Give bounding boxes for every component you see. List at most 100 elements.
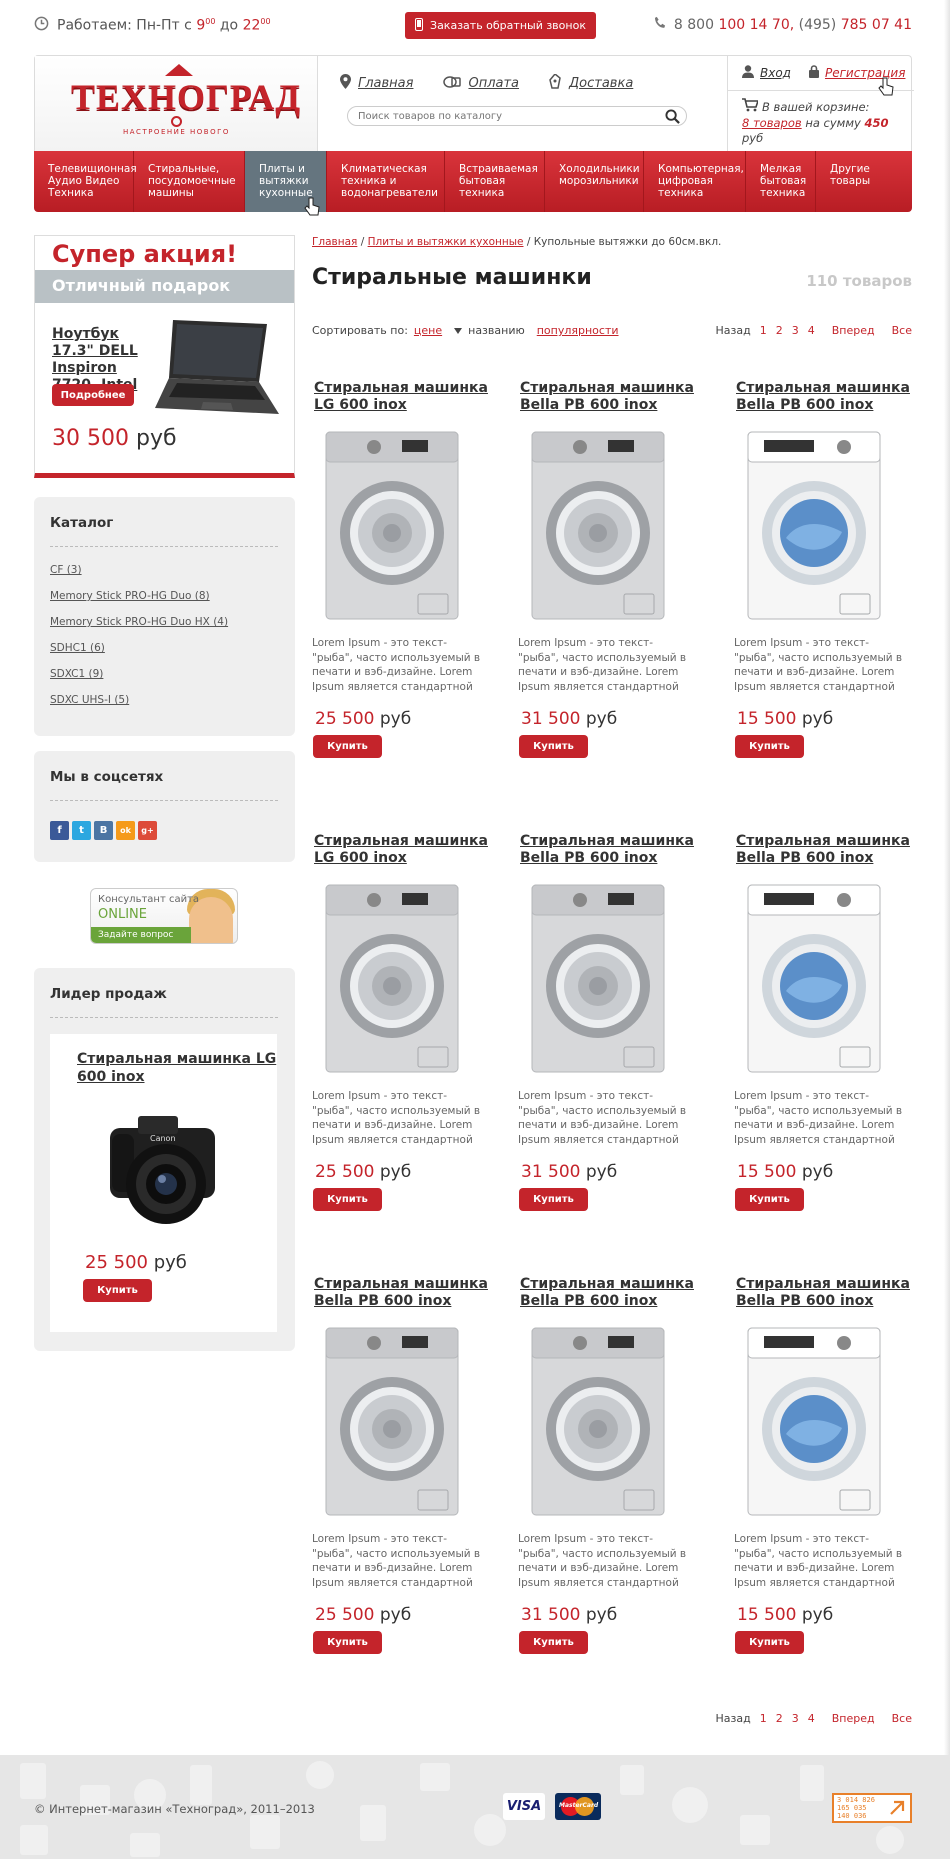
washing-machine-image[interactable] xyxy=(528,1324,668,1522)
product-title-link[interactable]: Стиральная машинка Bella PB 600 inox xyxy=(520,380,698,414)
divider xyxy=(50,800,278,801)
visitor-counter[interactable]: 3 014 826 165 035 140 036 xyxy=(832,1793,912,1823)
odnoklassniki-icon[interactable]: ok xyxy=(116,821,135,840)
breadcrumb-home-link[interactable]: Главная xyxy=(312,236,357,248)
product-description: Lorem Ipsum - это текст-"рыба", часто ис… xyxy=(312,637,481,693)
site-logo[interactable]: ТЕХНОГРАД НАСТРОЕНИЕ НОВОГО xyxy=(35,56,318,151)
product-title-link[interactable]: Стиральная машинка Bella PB 600 inox xyxy=(736,380,914,414)
product-description: Lorem Ipsum - это текст-"рыба", часто ис… xyxy=(734,637,903,693)
visa-logo: VISA xyxy=(503,1793,545,1820)
sort-by-popularity-link[interactable]: популярности xyxy=(537,324,619,337)
washing-machine-image[interactable] xyxy=(528,428,668,626)
search-box xyxy=(347,106,687,126)
catalog-item[interactable]: SDXC UHS-I (5) xyxy=(50,693,228,719)
product-title-link[interactable]: Стиральная машинка Bella PB 600 inox xyxy=(736,1276,914,1310)
facebook-icon[interactable]: f xyxy=(50,821,69,840)
product-title-link[interactable]: Стиральная машинка Bella PB 600 inox xyxy=(520,1276,698,1310)
product-title-link[interactable]: Стиральная машинка Bella PB 600 inox xyxy=(314,1276,492,1310)
top-bar: Работаем: Пн-Пт с 900 до 2200 Заказать о… xyxy=(34,12,912,42)
money-icon xyxy=(443,75,462,93)
buy-button[interactable]: Купить xyxy=(519,735,588,758)
pager-page-link[interactable]: 3 xyxy=(792,1712,799,1725)
sort-by-price-link[interactable]: цене xyxy=(414,324,442,337)
map-pin-icon xyxy=(340,74,351,93)
search-input[interactable] xyxy=(358,109,648,124)
pager-next-link[interactable]: Вперед xyxy=(832,324,875,337)
product-title-link[interactable]: Стиральная машинка LG 600 inox xyxy=(314,833,492,867)
pager-page-link[interactable]: 1 xyxy=(760,1712,767,1725)
search-icon[interactable] xyxy=(665,109,680,127)
product-title-link[interactable]: Стиральная машинка Bella PB 600 inox xyxy=(520,833,698,867)
pager-prev-link[interactable]: Назад xyxy=(716,1712,751,1725)
product-count: 110 товаров xyxy=(806,272,912,290)
callback-button[interactable]: Заказать обратный звонок xyxy=(405,12,596,39)
menu-item-fridges[interactable]: Холодильники морозильники xyxy=(545,151,644,212)
pagination-top: Назад 1 2 3 4 Вперед Все xyxy=(716,324,912,337)
menu-item-washing-dishwashers[interactable]: Стиральные, посудомоечные машины xyxy=(134,151,245,212)
washing-machine-image[interactable] xyxy=(744,1324,884,1522)
google-plus-icon[interactable]: g+ xyxy=(138,821,157,840)
pager-page-link[interactable]: 2 xyxy=(776,324,783,337)
online-consultant-widget[interactable]: Консультант сайта ONLINE Задайте вопрос xyxy=(90,888,238,944)
twitter-icon[interactable]: t xyxy=(72,821,91,840)
buy-button[interactable]: Купить xyxy=(735,1631,804,1654)
buy-button[interactable]: Купить xyxy=(735,1188,804,1211)
logo-roof-mark xyxy=(165,64,193,76)
product-description: Lorem Ipsum - это текст-"рыба", часто ис… xyxy=(518,637,687,693)
washing-machine-image[interactable] xyxy=(528,881,668,1079)
catalog-item[interactable]: Memory Stick PRO-HG Duo (8) xyxy=(50,589,228,615)
menu-item-small-appliances[interactable]: Мелкая бытовая техника xyxy=(746,151,816,212)
breadcrumb-section-link[interactable]: Плиты и вытяжки кухонные xyxy=(368,236,524,248)
catalog-item[interactable]: SDXC1 (9) xyxy=(50,667,228,693)
nav-payment-link[interactable]: Оплата xyxy=(443,74,519,93)
cart-summary[interactable]: В вашей корзине: 8 товаров на сумму 450 … xyxy=(742,98,913,146)
product-title-link[interactable]: Стиральная машинка Bella PB 600 inox xyxy=(736,833,914,867)
menu-item-tv-audio-video[interactable]: Телевищионная Аудио Видео Техника xyxy=(34,151,137,212)
product-price: 31 500 руб xyxy=(521,1162,618,1182)
catalog-item[interactable]: Memory Stick PRO-HG Duo HX (4) xyxy=(50,615,228,641)
menu-item-computers[interactable]: Компьютерная, цифровая техника xyxy=(644,151,746,212)
product-description: Lorem Ipsum - это текст-"рыба", часто ис… xyxy=(312,1090,481,1146)
logo-tagline: НАСТРОЕНИЕ НОВОГО xyxy=(123,128,230,136)
buy-button[interactable]: Купить xyxy=(519,1188,588,1211)
product-price: 15 500 руб xyxy=(737,709,834,729)
buy-button[interactable]: Купить xyxy=(519,1631,588,1654)
sort-by-name-link[interactable]: названию xyxy=(468,324,525,337)
pager-page-link[interactable]: 3 xyxy=(792,324,799,337)
page-edge-shadow xyxy=(944,0,950,1755)
vkontakte-icon[interactable]: B xyxy=(94,821,113,840)
washing-machine-image[interactable] xyxy=(744,428,884,626)
product-description: Lorem Ipsum - это текст-"рыба", часто ис… xyxy=(518,1533,687,1589)
menu-item-built-in[interactable]: Встраиваемая бытовая техника xyxy=(445,151,545,212)
nav-delivery-link[interactable]: Доставка xyxy=(549,72,633,93)
buy-button[interactable]: Купить xyxy=(313,1188,382,1211)
buy-button[interactable]: Купить xyxy=(83,1279,152,1302)
catalog-item[interactable]: CF (3) xyxy=(50,563,228,589)
buy-button[interactable]: Купить xyxy=(735,735,804,758)
buy-button[interactable]: Купить xyxy=(313,1631,382,1654)
nav-home-link[interactable]: Главная xyxy=(340,74,413,93)
product-card: Стиральная машинка Bella PB 600 inox Lore… xyxy=(518,833,698,1253)
washing-machine-image[interactable] xyxy=(322,428,462,626)
more-button[interactable]: Подробнее xyxy=(52,384,134,406)
washing-machine-image[interactable] xyxy=(744,881,884,1079)
pager-page-link[interactable]: 2 xyxy=(776,1712,783,1725)
menu-item-climate[interactable]: Климатическая техника и водонагреватели xyxy=(327,151,445,212)
pager-page-link[interactable]: 1 xyxy=(760,324,767,337)
product-title-link[interactable]: Стиральная машинка LG 600 inox xyxy=(314,380,492,414)
pager-page-link[interactable]: 4 xyxy=(808,1712,815,1725)
washing-machine-image[interactable] xyxy=(322,1324,462,1522)
cart-items-link[interactable]: 8 товаров xyxy=(742,116,802,130)
bestseller-title: Лидер продаж xyxy=(50,986,167,1002)
pager-all-link[interactable]: Все xyxy=(892,1712,912,1725)
bestseller-product-link[interactable]: Стиральная машинка LG 600 inox xyxy=(77,1050,277,1086)
pager-prev-link[interactable]: Назад xyxy=(716,324,751,337)
pager-page-link[interactable]: 4 xyxy=(808,324,815,337)
buy-button[interactable]: Купить xyxy=(313,735,382,758)
menu-item-other[interactable]: Другие товары xyxy=(816,151,912,212)
pager-next-link[interactable]: Вперед xyxy=(832,1712,875,1725)
login-link[interactable]: Вход xyxy=(742,65,791,81)
pager-all-link[interactable]: Все xyxy=(892,324,912,337)
catalog-item[interactable]: SDHC1 (6) xyxy=(50,641,228,667)
washing-machine-image[interactable] xyxy=(322,881,462,1079)
